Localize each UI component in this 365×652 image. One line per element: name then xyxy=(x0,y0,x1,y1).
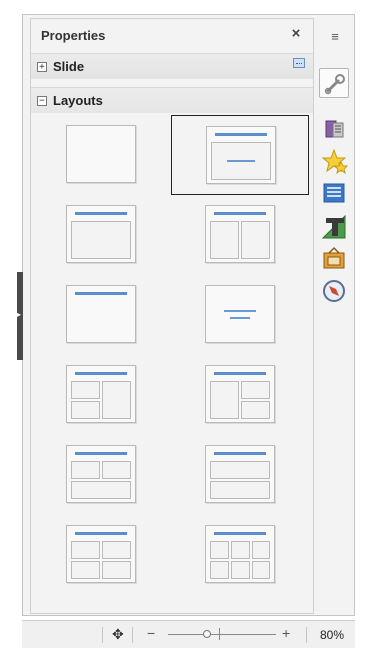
animation-tab[interactable] xyxy=(319,146,349,176)
layout-thumbnail xyxy=(205,285,275,343)
layout-thumbnail xyxy=(66,125,136,183)
styles-icon xyxy=(321,214,346,239)
panel-header: Properties × xyxy=(31,19,313,51)
zoom-level[interactable]: 80% xyxy=(320,628,344,642)
layout-thumbnail xyxy=(205,445,275,503)
divider xyxy=(306,627,307,643)
layout-thumbnail xyxy=(66,365,136,423)
styles-tab[interactable] xyxy=(319,212,349,242)
section-layouts[interactable]: − Layouts xyxy=(31,87,313,113)
zoom-out-button[interactable]: − xyxy=(147,625,155,641)
slide-transition-tab[interactable] xyxy=(319,114,349,144)
navigator-tab[interactable] xyxy=(319,276,349,306)
layout-title-two-content[interactable] xyxy=(171,195,309,275)
gallery-tab[interactable] xyxy=(319,244,349,274)
sidebar-tab-bar: ≡ xyxy=(314,18,354,614)
layout-blank-slide[interactable] xyxy=(32,115,170,195)
properties-tab[interactable] xyxy=(319,68,349,98)
splitter-arrow-icon: ▸ xyxy=(17,310,22,319)
expand-icon[interactable]: + xyxy=(37,62,47,72)
divider xyxy=(132,627,133,643)
layout-title-content[interactable] xyxy=(171,115,309,195)
sidebar-splitter[interactable]: ▸ xyxy=(17,272,23,360)
more-options-button[interactable] xyxy=(293,58,305,68)
layout-title-4-content[interactable] xyxy=(32,515,170,595)
sidebar-menu-icon[interactable]: ≡ xyxy=(327,30,343,44)
layout-thumbnail xyxy=(205,205,275,263)
layout-thumbnail xyxy=(66,525,136,583)
navigator-compass-icon xyxy=(323,280,345,302)
status-bar: ✥ − + 80% xyxy=(22,620,355,648)
zoom-slider-center-mark xyxy=(219,628,220,640)
slide-transition-icon xyxy=(325,120,344,138)
animation-star-icon xyxy=(321,148,349,175)
layout-title-6-content[interactable] xyxy=(171,515,309,595)
panel-title: Properties xyxy=(41,28,106,43)
layout-centered-text[interactable] xyxy=(171,275,309,355)
layout-title-2-content-over-content[interactable] xyxy=(32,435,170,515)
section-slide-label: Slide xyxy=(53,59,85,74)
layout-thumbnail xyxy=(66,205,136,263)
layout-title-and-content[interactable] xyxy=(32,195,170,275)
move-icon[interactable]: ✥ xyxy=(112,626,124,643)
layout-title-only[interactable] xyxy=(32,275,170,355)
gallery-icon xyxy=(323,246,345,269)
layout-thumbnail xyxy=(205,365,275,423)
zoom-slider-handle[interactable] xyxy=(203,630,211,638)
layout-title-content-and-2-content[interactable] xyxy=(171,355,309,435)
section-layouts-label: Layouts xyxy=(53,93,103,108)
layout-thumbnail xyxy=(206,126,276,184)
layout-thumbnail xyxy=(66,445,136,503)
zoom-in-button[interactable]: + xyxy=(282,625,290,641)
layout-thumbnail xyxy=(66,285,136,343)
layout-thumbnail xyxy=(205,525,275,583)
properties-panel: Properties × + Slide − Layouts xyxy=(30,18,314,614)
master-slides-tab[interactable] xyxy=(319,178,349,208)
zoom-slider-track[interactable] xyxy=(168,634,276,635)
layout-title-content-over-content[interactable] xyxy=(171,435,309,515)
master-slides-icon xyxy=(323,183,345,203)
close-button[interactable]: × xyxy=(287,25,305,43)
divider xyxy=(102,627,103,643)
wrench-icon xyxy=(324,74,345,95)
collapse-icon[interactable]: − xyxy=(37,96,47,106)
layout-title-2-content-and-content[interactable] xyxy=(32,355,170,435)
section-slide[interactable]: + Slide xyxy=(31,53,313,79)
